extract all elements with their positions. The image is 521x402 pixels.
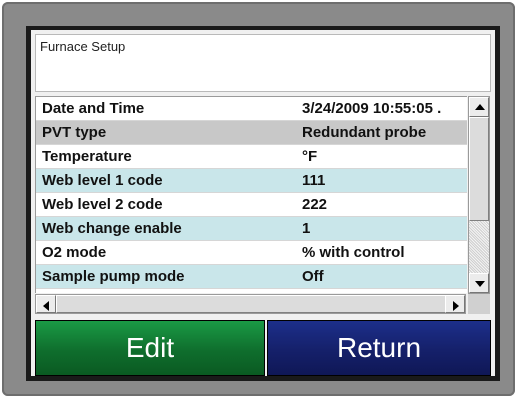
table-row-pvt-type[interactable]: PVT type Redundant probe [36, 121, 467, 145]
row-value: 222 [302, 196, 328, 213]
table-row-web-change[interactable]: Web change enable 1 [36, 217, 467, 241]
row-value: °F [302, 148, 318, 165]
table-row-temperature[interactable]: Temperature °F [36, 145, 467, 169]
screen-panel: Furnace Setup Date and Time 3/24/2009 10… [31, 30, 495, 376]
return-button[interactable]: Return [267, 320, 491, 376]
row-label: Sample pump mode [42, 268, 185, 285]
row-value: 3/24/2009 10:55:05 . [302, 100, 442, 117]
arrow-up-icon [475, 104, 485, 110]
scroll-up-button[interactable] [469, 97, 489, 117]
vertical-scroll-thumb[interactable] [469, 117, 489, 221]
row-label: Date and Time [42, 100, 145, 117]
arrow-right-icon [453, 301, 459, 311]
scroll-left-button[interactable] [36, 295, 56, 313]
table-row-o2-mode[interactable]: O2 mode % with control [36, 241, 467, 265]
page-title: Furnace Setup [40, 39, 126, 54]
scrollbar-corner [468, 294, 490, 314]
arrow-left-icon [43, 301, 49, 311]
row-value: 111 [302, 172, 326, 189]
edit-button[interactable]: Edit [35, 320, 265, 376]
row-value: Off [302, 268, 324, 285]
row-label: Web change enable [42, 220, 182, 237]
row-label: Web level 1 code [42, 172, 163, 189]
arrow-down-icon [475, 281, 485, 287]
scroll-down-button[interactable] [469, 273, 489, 293]
row-label: Web level 2 code [42, 196, 163, 213]
table-row-date-time[interactable]: Date and Time 3/24/2009 10:55:05 . [36, 97, 467, 121]
row-value: Redundant probe [302, 124, 427, 141]
row-label: O2 mode [42, 244, 107, 261]
row-label: PVT type [42, 124, 107, 141]
row-value: 1 [302, 220, 311, 237]
vertical-scrollbar[interactable] [468, 96, 490, 294]
scroll-right-button[interactable] [445, 295, 465, 313]
table-row-web-level-2[interactable]: Web level 2 code 222 [36, 193, 467, 217]
table-row-web-level-1[interactable]: Web level 1 code 111 [36, 169, 467, 193]
table-row-sample-pump[interactable]: Sample pump mode Off [36, 265, 467, 289]
horizontal-scroll-thumb[interactable] [56, 295, 446, 313]
title-box: Furnace Setup [35, 34, 491, 92]
row-label: Temperature [42, 148, 132, 165]
row-value: % with control [302, 244, 405, 261]
horizontal-scrollbar[interactable] [35, 294, 466, 314]
settings-table: Date and Time 3/24/2009 10:55:05 . PVT t… [35, 96, 467, 293]
vertical-scroll-track[interactable] [469, 221, 489, 273]
